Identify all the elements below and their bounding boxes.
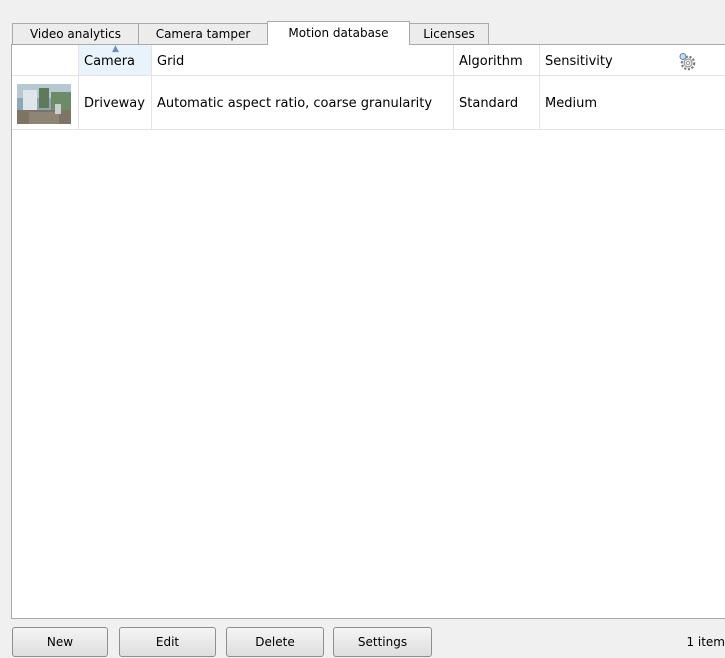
tab-video-analytics[interactable]: Video analytics (12, 23, 139, 44)
column-header-thumbnail[interactable] (12, 45, 79, 75)
tab-camera-tamper[interactable]: Camera tamper (138, 23, 268, 44)
motion-database-panel: ▲ Camera Grid Algorithm Sensitivity Driv… (11, 44, 725, 619)
column-header-algorithm[interactable]: Algorithm (454, 45, 540, 75)
delete-button[interactable]: Delete (226, 627, 324, 657)
gear-icon[interactable] (677, 51, 697, 71)
table-row[interactable]: Driveway Automatic aspect ratio, coarse … (12, 75, 725, 130)
column-header-grid[interactable]: Grid (152, 45, 454, 75)
tab-strip: Video analytics Camera tamper Motion dat… (12, 21, 725, 45)
column-header-camera[interactable]: ▲ Camera (79, 45, 152, 75)
tab-motion-database[interactable]: Motion database (267, 21, 410, 45)
edit-button[interactable]: Edit (119, 627, 216, 657)
algorithm-cell: Standard (454, 75, 540, 129)
grid-cell: Automatic aspect ratio, coarse granulari… (152, 75, 454, 129)
sensitivity-cell: Medium (545, 96, 597, 111)
item-count-status: 1 item (686, 635, 725, 649)
tab-licenses[interactable]: Licenses (409, 23, 489, 44)
sort-ascending-icon: ▲ (112, 45, 119, 54)
camera-cell: Driveway (79, 75, 152, 129)
settings-button[interactable]: Settings (333, 627, 432, 657)
new-button[interactable]: New (12, 627, 108, 657)
column-header-sensitivity[interactable]: Sensitivity (540, 45, 725, 75)
column-header-camera-label: Camera (84, 54, 136, 69)
grid-header: ▲ Camera Grid Algorithm Sensitivity (12, 45, 725, 76)
camera-snapshot-image (17, 84, 71, 124)
thumbnail-cell (12, 75, 79, 129)
